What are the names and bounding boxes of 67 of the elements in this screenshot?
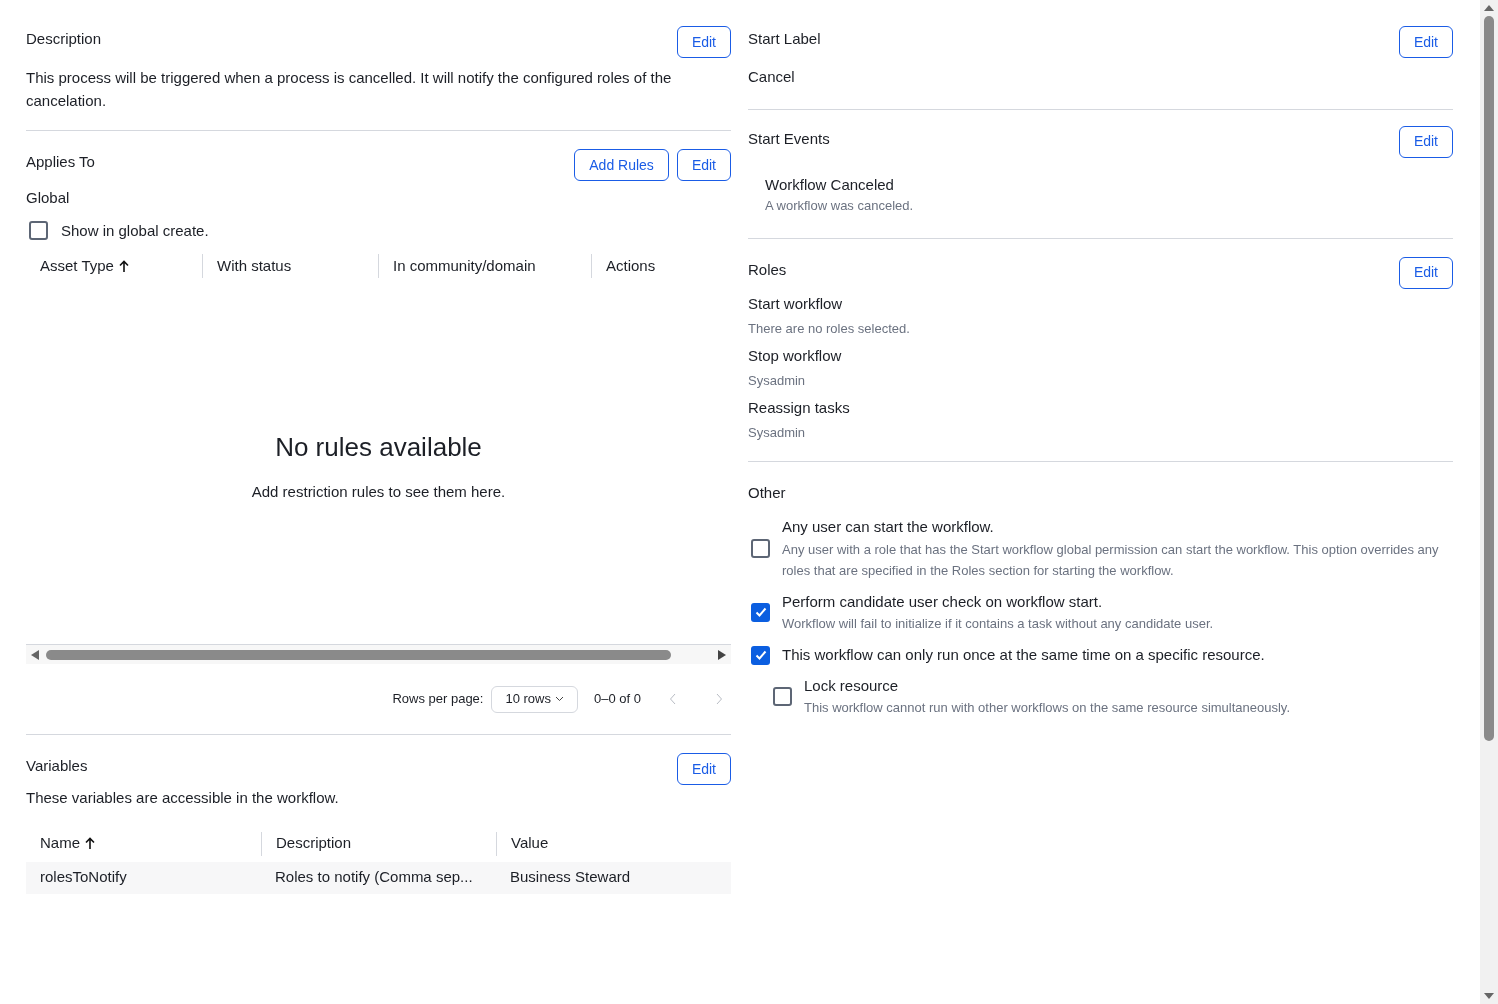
edit-button[interactable]: Edit: [676, 26, 731, 58]
option-description: This workflow cannot run with other workflows on the same resource simultaneously.: [804, 699, 1291, 717]
description-text: This process will be triggered when a process is cancelled. It will notify the configured roles of the cancelation.: [26, 68, 673, 111]
chevron-down-icon: [555, 696, 564, 702]
section-title: Other: [748, 482, 787, 503]
scroll-right-icon[interactable]: [717, 648, 727, 661]
edit-button[interactable]: Edit: [676, 753, 731, 785]
start-label-value: Cancel: [748, 67, 796, 87]
checkbox[interactable]: [751, 538, 770, 558]
role-name: Start workflow: [748, 293, 844, 314]
checkbox[interactable]: [751, 602, 770, 622]
option-label: This workflow can only run once at the same time on a specific resource.: [782, 645, 1265, 665]
edit-button[interactable]: Edit: [1398, 125, 1453, 158]
add-rules-button[interactable]: Add Rules: [574, 149, 669, 181]
checkbox[interactable]: [751, 645, 770, 665]
event-description: A workflow was canceled.: [765, 197, 915, 215]
sort-ascending-icon: [117, 259, 130, 273]
scrollbar-thumb[interactable]: [46, 649, 671, 660]
edit-button[interactable]: Edit: [676, 149, 731, 181]
option-description: Workflow will fail to initialize if it contains a task without any candidate user.: [782, 615, 1214, 633]
option-label: Perform candidate user check on workflow start.: [782, 591, 1104, 612]
section-title: Variables: [26, 756, 88, 776]
role-value: Sysadmin: [748, 424, 807, 442]
column-header[interactable]: Asset Type: [40, 254, 130, 278]
scrollbar-thumb[interactable]: [1484, 16, 1494, 741]
role-name: Reassign tasks: [748, 397, 851, 418]
rows-per-page-label: Rows per page:: [392, 690, 484, 709]
section-title: Roles: [748, 259, 787, 280]
option-label: Any user can start the workflow.: [782, 517, 995, 537]
scroll-down-icon[interactable]: [1483, 992, 1495, 1000]
applies-to-value: Global: [26, 188, 71, 208]
table-cell-text: Business Steward: [509, 867, 632, 888]
section-title: Start Events: [748, 128, 830, 149]
table-cell-text: Roles to notify (Comma sep...: [274, 867, 474, 888]
column-header[interactable]: Actions: [606, 254, 656, 278]
column-header[interactable]: In community/domain: [393, 254, 536, 278]
role-name: Stop workflow: [748, 345, 843, 366]
scroll-left-icon[interactable]: [30, 648, 40, 661]
checkbox[interactable]: [29, 221, 48, 241]
role-value: Sysadmin: [748, 372, 807, 390]
column-header[interactable]: Name: [40, 832, 96, 855]
role-value: There are no roles selected.: [748, 320, 911, 338]
empty-state-text: Add restriction rules to see them here.: [251, 482, 506, 503]
edit-button[interactable]: Edit: [1398, 256, 1453, 289]
horizontal-scrollbar[interactable]: [26, 644, 731, 664]
check-icon: [753, 648, 768, 663]
edit-button[interactable]: Edit: [1398, 26, 1453, 58]
event-name: Workflow Canceled: [765, 174, 895, 195]
option-description: Any user with a role that has the Start workflow global permission can start the workflow. This option overrides any roles that are specified in the Roles section for starting the workflow.: [782, 540, 1440, 580]
checkbox[interactable]: [773, 686, 792, 706]
pagination-range: 0–0 of 0: [594, 690, 641, 709]
variables-text: These variables are accessible in the workflow.: [26, 788, 340, 808]
table-cell-text: rolesToNotify: [39, 867, 128, 888]
rows-per-page-select[interactable]: 10 rows: [491, 685, 578, 713]
sort-ascending-icon: [84, 837, 96, 850]
option-label: Lock resource: [804, 675, 900, 696]
vertical-scrollbar[interactable]: [1480, 0, 1498, 1004]
scroll-up-icon[interactable]: [1483, 4, 1495, 12]
column-header[interactable]: Description: [276, 832, 352, 855]
section-title: Start Label: [748, 29, 821, 49]
check-icon: [753, 605, 768, 620]
column-header[interactable]: With status: [217, 254, 292, 278]
column-header[interactable]: Value: [511, 832, 549, 855]
section-title: Applies To: [26, 152, 95, 172]
section-title: Description: [26, 29, 102, 49]
checkbox-label: Show in global create.: [61, 220, 209, 241]
empty-state-title: No rules available: [275, 431, 482, 465]
